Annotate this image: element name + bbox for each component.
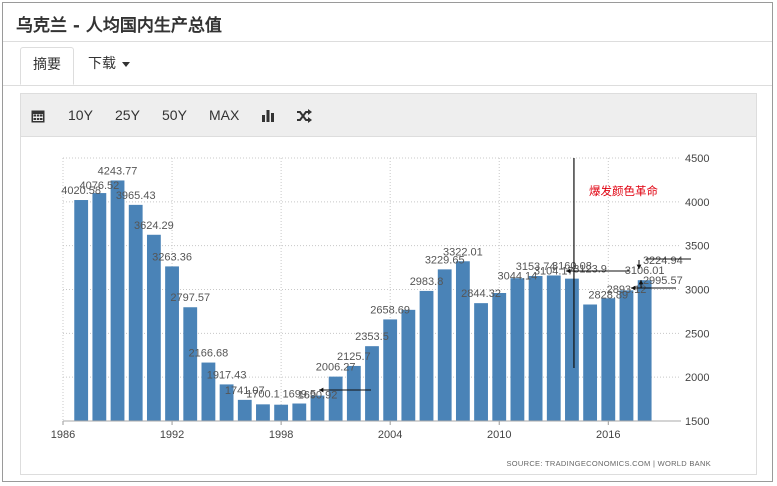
bar-1992 xyxy=(165,266,179,421)
data-label-2003: 2353.5 xyxy=(355,331,389,343)
x-tick-label: 2010 xyxy=(487,429,511,441)
bar-2008 xyxy=(455,261,470,421)
data-label-2002: 2125.7 xyxy=(337,351,371,363)
bar-2011 xyxy=(510,278,525,421)
x-tick-label: 1998 xyxy=(269,429,293,441)
bar-2005 xyxy=(401,309,416,421)
title-bar: 乌克兰 - 人均国内生产总值 xyxy=(3,3,772,42)
bar-2006 xyxy=(419,290,434,421)
gdp-bar-chart: 4020.584076.524243.773965.433624.293263.… xyxy=(51,153,711,468)
x-tick-label: 1992 xyxy=(160,429,184,441)
data-label-2001: 2006.27 xyxy=(316,362,356,374)
data-label-2004: 2658.69 xyxy=(370,304,410,316)
data-label-1989: 4243.77 xyxy=(98,165,138,177)
data-label-2000: 1690.92 xyxy=(298,389,338,401)
tab-summary[interactable]: 摘要 xyxy=(20,47,74,85)
annotation-text: 爆发颜色革命 xyxy=(589,184,658,198)
bar-1993 xyxy=(183,307,198,421)
x-tick-label: 2016 xyxy=(596,429,620,441)
bar-1990 xyxy=(128,204,143,421)
bar-2002 xyxy=(346,365,361,421)
data-label-1995: 1917.43 xyxy=(207,369,247,381)
page-frame: 乌克兰 - 人均国内生产总值 摘要 下载 10Y 25Y 50Y MAX 402… xyxy=(2,2,773,482)
bar-2010 xyxy=(492,293,507,421)
y-tick-label: 4000 xyxy=(685,197,709,209)
bar-2012 xyxy=(528,276,543,421)
y-tick-label: 2000 xyxy=(685,372,709,384)
y-tick-label: 4500 xyxy=(685,153,709,165)
data-label-1991: 3624.29 xyxy=(134,220,174,232)
data-label-1988: 4076.52 xyxy=(79,180,119,192)
y-tick-label: 3500 xyxy=(685,241,709,253)
page-title: 乌克兰 - 人均国内生产总值 xyxy=(16,16,222,36)
tab-download[interactable]: 下载 xyxy=(76,47,142,85)
data-label-2009: 2844.32 xyxy=(461,288,501,300)
bar-1996 xyxy=(237,399,252,421)
data-label-2008: 3322.01 xyxy=(443,246,483,258)
data-label-1992: 3263.36 xyxy=(152,251,192,263)
data-label-1997: 1700.1 xyxy=(246,388,280,400)
bar-1987 xyxy=(74,200,89,421)
bar-2007 xyxy=(437,269,452,421)
tab-download-label: 下载 xyxy=(88,56,116,72)
caret-down-icon xyxy=(122,61,130,67)
bar-2014 xyxy=(565,278,579,421)
tab-bar: 摘要 下载 xyxy=(3,41,772,86)
data-label-2019: 3224.94 xyxy=(643,255,683,267)
bar-2013 xyxy=(546,275,561,421)
chart-panel: 10Y 25Y 50Y MAX 4020.58 4076.52 4243.77 … xyxy=(20,93,757,475)
y-tick-label: 2500 xyxy=(685,328,709,340)
bar-2015 xyxy=(583,304,598,421)
bar-2016 xyxy=(601,298,616,421)
bar-1997 xyxy=(256,404,270,421)
data-label-1993: 2797.57 xyxy=(170,292,210,304)
bar-2009 xyxy=(474,303,488,421)
x-tick-label: 1986 xyxy=(51,429,75,441)
data-label-2019: 2995.57 xyxy=(643,275,683,287)
x-tick-label: 2004 xyxy=(378,429,402,441)
bar-1988 xyxy=(92,193,107,421)
y-tick-label: 1500 xyxy=(685,416,709,428)
bar-1999 xyxy=(292,403,307,421)
source-note: SOURCE: TRADINGECONOMICS.COM | WORLD BAN… xyxy=(506,459,711,468)
data-label-2017: 2893.12 xyxy=(607,284,647,296)
bar-1989 xyxy=(110,180,125,421)
bar-2017 xyxy=(619,290,634,421)
data-label-1994: 2166.68 xyxy=(189,348,229,360)
data-label-2015: 3123.9 xyxy=(573,264,607,276)
data-label-1990: 3965.43 xyxy=(116,190,156,202)
y-tick-label: 3000 xyxy=(685,285,709,297)
bar-1998 xyxy=(274,404,289,421)
bar-2018 xyxy=(637,280,652,421)
data-label-2006: 2983.8 xyxy=(410,276,444,288)
